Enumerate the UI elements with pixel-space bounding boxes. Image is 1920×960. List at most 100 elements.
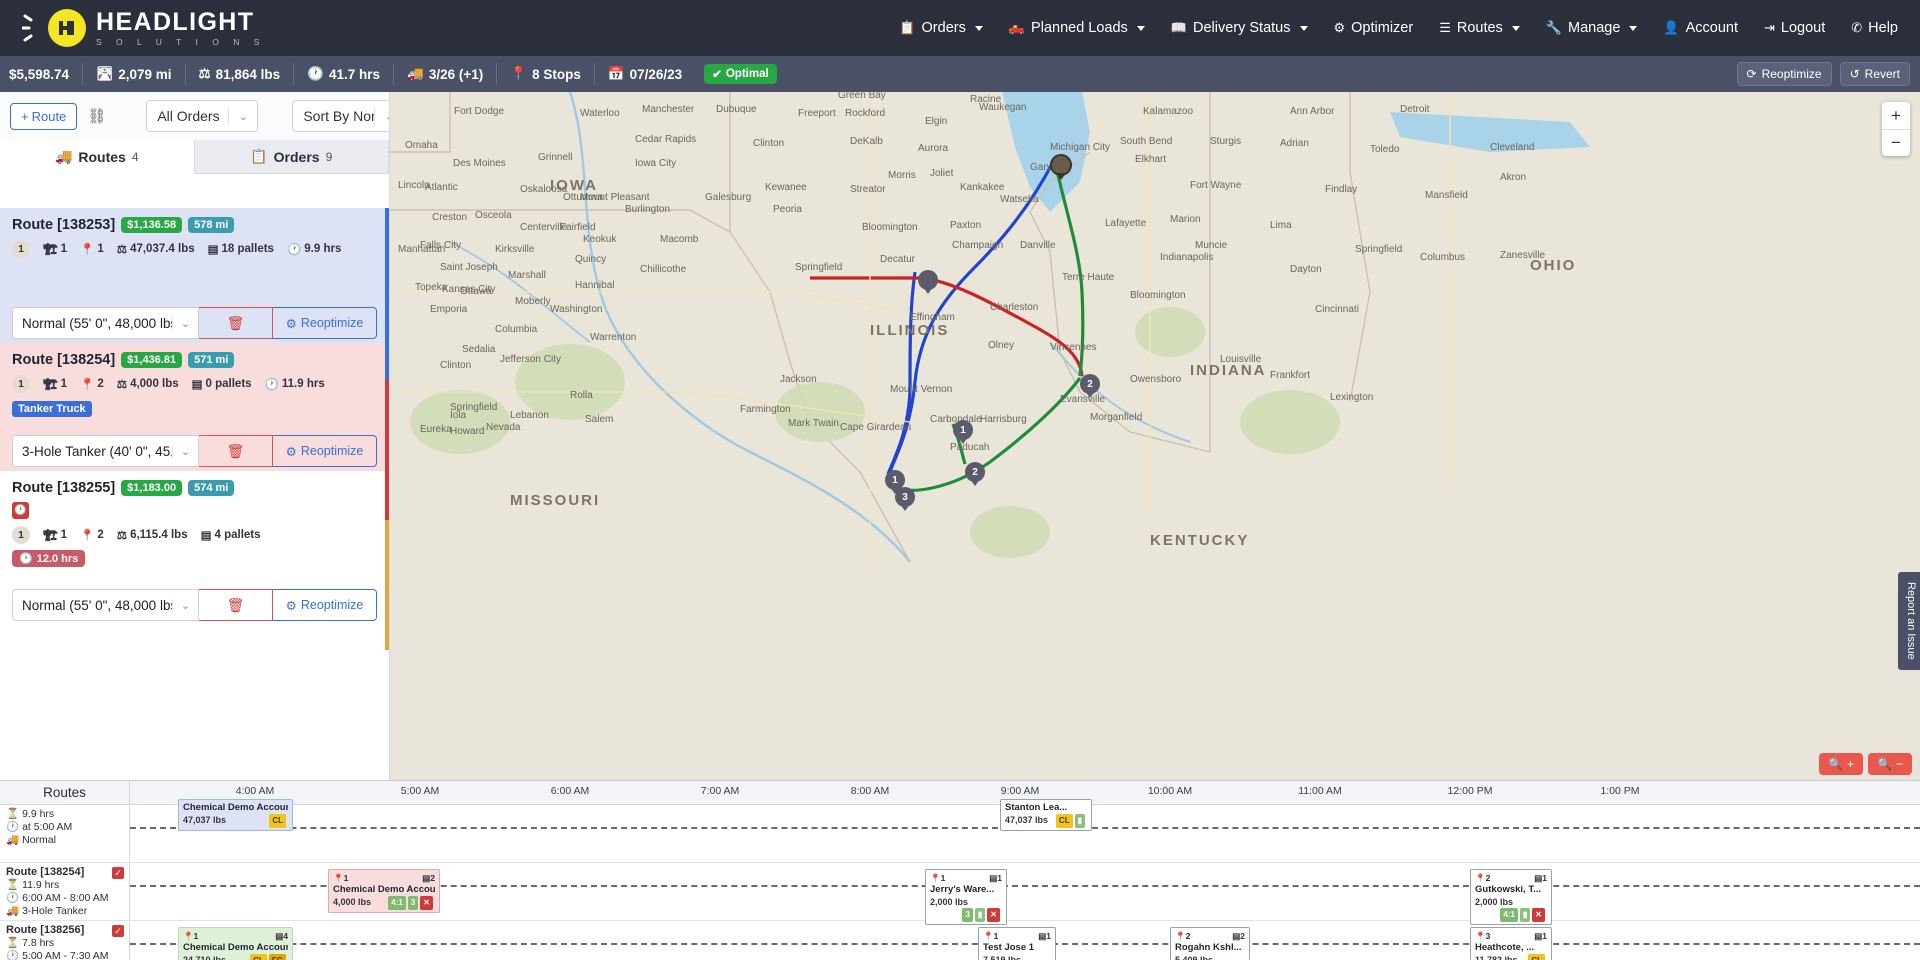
nav-item-logout[interactable]: ⇥ Logout	[1764, 20, 1825, 36]
add-route-label: Route	[31, 108, 67, 124]
route-reoptimize-button[interactable]: ⚙ Reoptimize	[273, 435, 377, 467]
reoptimize-button[interactable]: ⟳ Reoptimize	[1736, 62, 1832, 86]
map-driver-avatar[interactable]	[1050, 154, 1072, 182]
gantt-stop-header: 📍2 ▤1	[1475, 872, 1547, 884]
route-equipment-select[interactable]: Normal (55' 0", 48,000 lbs) ⌄	[12, 307, 199, 339]
gantt-stop-pallets: ▤1	[989, 873, 1002, 883]
map-city-label: Des Moines	[453, 158, 506, 169]
map-zoom-out-button[interactable]: −	[1882, 129, 1910, 156]
map-city-label: Springfield	[795, 262, 843, 273]
gantt-tick-label: 7:00 AM	[700, 785, 740, 797]
nav-item-help[interactable]: ✆ Help	[1851, 20, 1898, 36]
nav-item-planned-loads[interactable]: 🛻 Planned Loads	[1009, 20, 1145, 36]
gantt-lane: 📍1 ▤2 Chemical Demo Account 4,000 lbs 4:1 3 ✕…	[130, 863, 1920, 925]
gantt-zoom-controls: 🔍 + 🔍 −	[1819, 753, 1912, 775]
map-city-label: Fort Wayne	[1190, 180, 1242, 191]
brand-logo[interactable]: HEADLIGHT S O L U T I O N S	[22, 9, 265, 47]
gantt-route-window: 🕐 at 5:00 AM	[6, 821, 73, 833]
route-reoptimize-label: Reoptimize	[300, 444, 364, 458]
map-city-label: Galesburg	[705, 192, 752, 203]
chevron-down-icon: ⌄	[238, 110, 248, 123]
nav-item-routes[interactable]: ☰ Routes	[1439, 20, 1520, 36]
nav-item-optimizer[interactable]: ⚙ Optimizer	[1334, 20, 1414, 36]
route-reoptimize-button[interactable]: ⚙ Reoptimize	[273, 307, 377, 339]
chevron-down-icon	[1299, 25, 1308, 31]
gantt-stop-block[interactable]: 📍2 ▤2Rogahn Kshl... 5,409 lbs CLFG▮	[1170, 927, 1250, 960]
gantt-tick-label: 8:00 AM	[850, 785, 890, 797]
route-truck-count: 🏗 1	[43, 378, 68, 391]
gantt-stop-block[interactable]: Stanton Lea... 47,037 lbs CL ▮	[1000, 799, 1092, 831]
gantt-route-row[interactable]: Route [138254] ⏳ 11.9 hrs 🕐 6:00 AM - 8:00 A…	[0, 863, 1920, 925]
delete-route-button[interactable]: 🗑	[199, 307, 273, 339]
gantt-zoom-in-button[interactable]: 🔍 +	[1819, 753, 1864, 775]
clock-icon: 🕐	[6, 892, 20, 904]
stat-distance-value: 2,079 mi	[118, 66, 172, 82]
tab-orders[interactable]: 📋 Orders 9	[194, 140, 389, 173]
route-equipment-select[interactable]: Normal (55' 0", 48,000 lbs) ⌄	[12, 589, 199, 621]
add-route-button[interactable]: + Route	[10, 102, 78, 130]
gantt-stop-block[interactable]: 📍1 ▤4Chemical Demo Account24,710 lbs CLFG	[178, 927, 293, 960]
map-state-label: ILLINOIS	[870, 322, 950, 339]
gantt-route-checkbox[interactable]: ✓	[112, 925, 124, 937]
gantt-stop-block[interactable]: 📍1 ▤1Test Jose 1 7,519 lbs CL▮	[978, 927, 1056, 960]
map-city-label: Iola	[450, 410, 467, 421]
help-icon: ✆	[1851, 20, 1863, 35]
route-card[interactable]: Route [138255] $1,183.00 574 mi 🕐 1 🏗 1 📍…	[0, 471, 389, 625]
route-actions: Normal (55' 0", 48,000 lbs) ⌄ 🗑 ⚙ Reopti…	[12, 307, 377, 339]
route-weight: ⚖ 47,037.4 lbs	[116, 243, 195, 256]
gantt-route-row[interactable]: ⏳ 9.9 hrs 🕐 at 5:00 AM 🚚 Normal Chemical Demo …	[0, 799, 1920, 863]
route-card[interactable]: Route [138253] $1,136.58 578 mi 1 🏗 1 📍 1 …	[0, 208, 389, 343]
gantt-stop-block[interactable]: 📍1 ▤1 Jerry's Ware... 2,000 lbs 3 ▮ ✕	[925, 869, 1007, 925]
nav-item-manage[interactable]: 🔧 Manage	[1546, 20, 1638, 36]
route-reoptimize-button[interactable]: ⚙ Reoptimize	[273, 589, 377, 621]
gantt-route-label: Route [138256] ⏳ 7.8 hrs 🕐 5:00 AM - 7:30 AM…	[0, 921, 130, 960]
map-city-label: Columbus	[1420, 252, 1466, 263]
map-stop-pin[interactable]: 3	[895, 487, 915, 513]
gantt-route-row[interactable]: Route [138256] ⏳ 7.8 hrs 🕐 5:00 AM - 7:30 AM…	[0, 921, 1920, 960]
map-stop-pin[interactable]: 2	[1080, 374, 1100, 400]
gantt-tick-label: 11:00 AM	[1298, 785, 1342, 797]
delete-route-button[interactable]: 🗑	[199, 435, 273, 467]
map-zoom-controls[interactable]: + −	[1882, 102, 1910, 156]
route-hours: 🕐 11.9 hrs	[264, 378, 325, 391]
stat-trucks: 🚚 3/26 (+1)	[394, 63, 498, 85]
route-card[interactable]: Route [138254] $1,436.81 571 mi 1 🏗 1 📍 2 …	[0, 343, 389, 471]
gantt-stop-pallets: ▤4	[275, 931, 288, 941]
gantt-stop-block[interactable]: 📍1 ▤2 Chemical Demo Account 4,000 lbs 4:1 3 ✕	[328, 869, 440, 913]
nav-item-delivery-status[interactable]: 📖 Delivery Status	[1171, 20, 1308, 36]
map-stop-pin[interactable]: 2	[965, 462, 985, 488]
map-city-label: Washington	[550, 304, 603, 315]
delete-route-button[interactable]: 🗑	[199, 589, 273, 621]
scale-icon: ⚖	[116, 244, 128, 256]
gantt-route-checkbox[interactable]: ✓	[112, 867, 124, 879]
brand-subtitle: S O L U T I O N S	[96, 36, 266, 47]
gantt-zoom-out-button[interactable]: 🔍 −	[1868, 753, 1912, 775]
route-equipment-select[interactable]: 3-Hole Tanker (40' 0", 45,... ⌄	[12, 435, 199, 467]
map-city-label: Sedalia	[462, 344, 496, 355]
route-stats: 1 🏗 1 📍 2 ⚖ 4,000 lbs ▤ 0 pallets 🕐 11.9 hrs	[12, 375, 377, 393]
gantt-stop-block[interactable]: 📍2 ▤1 Gutkowski, T... 2,000 lbs 4:1 ▮ ✕	[1470, 869, 1552, 925]
map-zoom-in-button[interactable]: +	[1882, 102, 1910, 129]
tab-routes[interactable]: 🚚 Routes 4	[0, 140, 195, 174]
nav-label: Planned Loads	[1031, 20, 1128, 36]
gantt-lane: 📍1 ▤4Chemical Demo Account24,710 lbs CLFG…	[130, 921, 1920, 960]
map-stop-pin[interactable]: 1	[953, 420, 973, 446]
map-city-label: Streator	[850, 184, 886, 195]
gantt-stop-block[interactable]: 📍3 ▤1Heathcote, ...11,782 lbs CL	[1470, 927, 1552, 960]
nav-item-account[interactable]: 👤 Account	[1663, 20, 1738, 36]
map-city-label: Champaign	[952, 240, 1004, 251]
route-miles-pill: 578 mi	[188, 217, 235, 233]
gantt-stop-count: 📍2	[1475, 873, 1491, 883]
revert-button[interactable]: ↺ Revert	[1839, 62, 1910, 86]
gantt-stop-count: 📍3	[1475, 931, 1491, 941]
hourglass-icon: ⏳	[6, 937, 20, 949]
sort-select[interactable]: Sort By None ⌄	[292, 100, 389, 132]
unlink-icon[interactable]: ⛓	[87, 107, 106, 125]
report-an-issue-button[interactable]: Report an Issue	[1898, 572, 1920, 670]
nav-item-orders[interactable]: 📋 Orders	[899, 20, 983, 36]
route-sequence: 1	[12, 526, 30, 544]
clipboard-icon: 📋	[250, 148, 268, 164]
gantt-stop-block[interactable]: Chemical Demo Account 47,037 lbs CL	[178, 799, 293, 831]
order-filter-select[interactable]: All Orders ⌄	[146, 100, 259, 132]
map-stop-pin[interactable]	[918, 270, 938, 296]
